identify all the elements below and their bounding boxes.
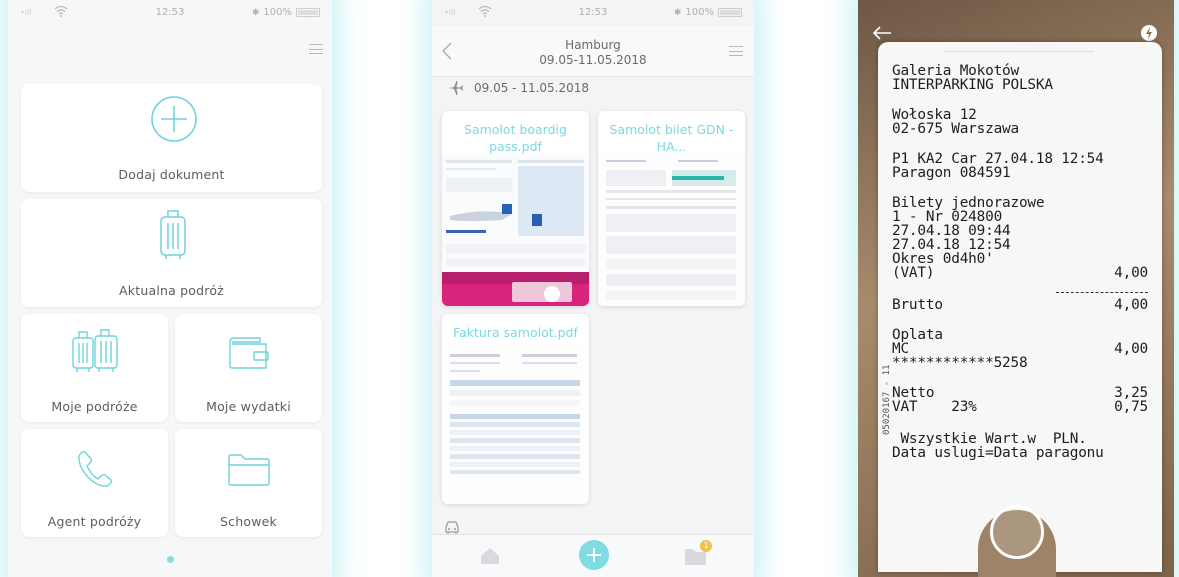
- add-button[interactable]: [579, 540, 609, 570]
- document-card[interactable]: Samolot bilet GDN - HA...: [598, 111, 745, 306]
- airplane-icon: [449, 81, 463, 95]
- receipt-line: Data uslugi=Data paragonu: [892, 446, 1148, 460]
- tile-label: Dodaj dokument: [118, 167, 225, 182]
- tile-add-document[interactable]: Dodaj dokument: [21, 84, 322, 192]
- battery-icon: [718, 8, 742, 17]
- receipt-line-amount: 4,00: [1114, 341, 1148, 357]
- trip-city: Hamburg: [565, 38, 621, 52]
- tile-label: Aktualna podróż: [119, 283, 224, 298]
- receipt-line: VAT 23% 0,75: [892, 400, 1148, 414]
- flight-dates: 09.05 - 11.05.2018: [474, 81, 590, 95]
- suitcases-icon: [72, 329, 118, 372]
- tile-label: Moje wydatki: [206, 399, 291, 414]
- receipt-line: (VAT) 4,00: [892, 266, 1148, 280]
- trip-header: Hamburg 09.05-11.05.2018: [432, 26, 754, 77]
- receipt-line: INTERPARKING POLSKA: [892, 78, 1148, 92]
- receipt-line: 02-675 Warszawa: [892, 122, 1148, 136]
- receipt-line-amount: 3,25: [1114, 385, 1148, 401]
- folder-icon: [228, 454, 270, 486]
- receipt-line-text: Paragon 084591: [892, 165, 1011, 181]
- document-thumbnail: [442, 154, 589, 306]
- tile-storage[interactable]: Schowek: [175, 429, 322, 537]
- document-title: Faktura samolot.pdf: [453, 325, 578, 340]
- document-thumbnail: [442, 344, 589, 504]
- receipt-line: 1 - Nr 024800: [892, 210, 1148, 224]
- receipt-line-amount: 4,00: [1114, 265, 1148, 281]
- receipt-line-text: 02-675 Warszawa: [892, 121, 1019, 137]
- receipt-line-text: Brutto: [892, 297, 943, 313]
- plus-icon: [587, 548, 601, 562]
- suitcase-icon: [160, 210, 186, 259]
- receipt-line: Bilety jednorazowe: [892, 196, 1148, 210]
- car-icon: [445, 521, 459, 534]
- trip-dates: 09.05-11.05.2018: [539, 53, 647, 67]
- plus-circle-icon: [151, 96, 197, 142]
- receipt-line: 27.04.18 09:44: [892, 224, 1148, 238]
- receipt-line-text: ************5258: [892, 355, 1028, 371]
- camera-screen: Galeria Mokotów INTERPARKING POLSKA Wołosk…: [858, 0, 1174, 577]
- tile-my-trips[interactable]: Moje podróże: [21, 314, 168, 422]
- battery-indicator: ✱ 100%: [674, 7, 742, 18]
- document-title: Samolot bilet GDN - HA...: [609, 122, 734, 154]
- tile-label: Schowek: [220, 514, 277, 529]
- status-bar: •ıll 12:53 ✱ 100%: [432, 0, 754, 26]
- receipt-line-text: (VAT): [892, 265, 935, 281]
- receipt-line: Brutto 4,00: [892, 298, 1148, 312]
- receipt-line: Okres 0d4h0': [892, 252, 1148, 266]
- battery-percent: 100%: [263, 7, 292, 18]
- receipt-line: 27.04.18 12:54: [892, 238, 1148, 252]
- document-title: Samolot boardig pass.pdf: [464, 122, 567, 154]
- document-card[interactable]: Samolot boardig pass.pdf: [442, 111, 589, 306]
- receipt-line: Wołoska 12: [892, 108, 1148, 122]
- receipt-line: P1 KA2 Car 27.04.18 12:54: [892, 152, 1148, 166]
- battery-percent: 100%: [685, 7, 714, 18]
- receipt-separator: [1056, 292, 1148, 293]
- menu-icon[interactable]: [729, 46, 743, 56]
- battery-icon: [296, 8, 320, 17]
- receipt-line: MC 4,00: [892, 342, 1148, 356]
- phone-icon: [78, 450, 113, 487]
- receipt-line: Oplata: [892, 328, 1148, 342]
- receipt-line: Wszystkie Wart.w PLN.: [892, 432, 1148, 446]
- receipt-line: Paragon 084591: [892, 166, 1148, 180]
- bottom-tab-bar: 1: [432, 534, 754, 577]
- flight-section-header: 09.05 - 11.05.2018: [448, 80, 589, 96]
- receipt-side-code: 05020167 - 11: [882, 364, 892, 435]
- receipt-line: Netto 3,25: [892, 386, 1148, 400]
- shutter-button[interactable]: [990, 505, 1044, 559]
- home-screen: •ıll 12:53 ✱ 100% Dodaj dokument Aktualna…: [8, 0, 332, 577]
- trip-title: Hamburg 09.05-11.05.2018: [432, 38, 754, 68]
- home-icon[interactable]: [480, 547, 500, 565]
- menu-icon[interactable]: [309, 44, 323, 54]
- folder-badge: 1: [700, 540, 712, 552]
- wallet-icon: [229, 337, 269, 369]
- battery-indicator: ✱ 100%: [252, 7, 320, 18]
- receipt-line: Galeria Mokotów: [892, 64, 1148, 78]
- flash-off-icon[interactable]: [1140, 24, 1158, 42]
- tile-current-trip[interactable]: Aktualna podróż: [21, 199, 322, 307]
- receipt-line: ************5258: [892, 356, 1148, 370]
- receipt-line-text: INTERPARKING POLSKA: [892, 77, 1053, 93]
- trip-screen: •ıll 12:53 ✱ 100% Hamburg 09.05-11.05.201…: [432, 0, 754, 577]
- receipt-line-amount: 0,75: [1114, 399, 1148, 415]
- receipt-top-tear: [944, 41, 1094, 52]
- status-bar: •ıll 12:53 ✱ 100%: [8, 0, 332, 26]
- receipt-line-text: VAT 23%: [892, 399, 977, 415]
- back-arrow-icon[interactable]: [872, 26, 892, 40]
- tile-label: Agent podróży: [47, 514, 142, 529]
- tile-my-expenses[interactable]: Moje wydatki: [175, 314, 322, 422]
- document-thumbnail: [598, 154, 745, 306]
- receipt: Galeria Mokotów INTERPARKING POLSKA Wołosk…: [878, 42, 1162, 572]
- document-card[interactable]: Faktura samolot.pdf: [442, 314, 589, 504]
- tile-travel-agent[interactable]: Agent podróży: [21, 429, 168, 537]
- page-indicator-dot: [167, 556, 174, 563]
- tile-label: Moje podróże: [51, 399, 138, 414]
- receipt-line-text: Data uslugi=Data paragonu: [892, 445, 1104, 461]
- receipt-line-amount: 4,00: [1114, 297, 1148, 313]
